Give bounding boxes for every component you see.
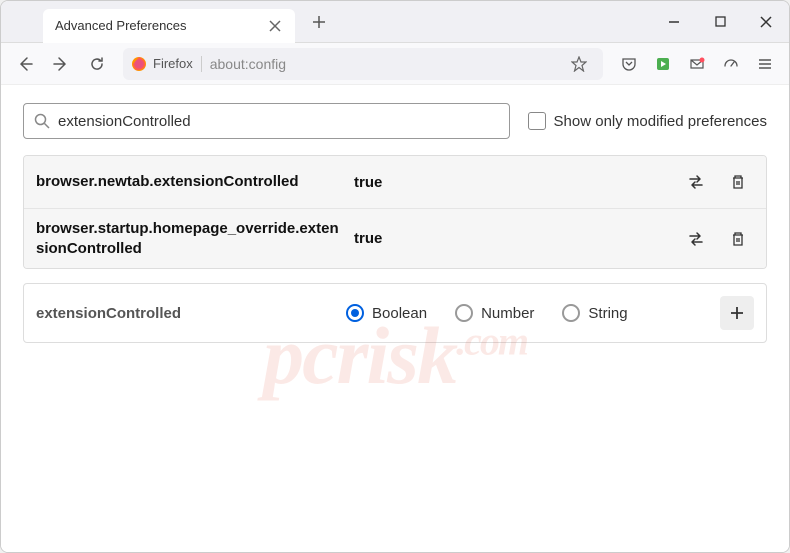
checkbox-icon[interactable]	[528, 112, 546, 130]
content-area: Show only modified preferences browser.n…	[1, 85, 789, 552]
toolbar-icons	[613, 48, 781, 80]
pref-value: true	[346, 230, 680, 247]
pref-row: browser.newtab.extensionControlled true	[24, 156, 766, 209]
url-text: about:config	[210, 56, 286, 72]
type-radio-group: Boolean Number String	[346, 304, 720, 322]
titlebar: Advanced Preferences	[1, 1, 789, 43]
pref-actions	[680, 223, 754, 255]
identity-label: Firefox	[153, 56, 193, 71]
radio-boolean[interactable]: Boolean	[346, 304, 427, 322]
radio-icon[interactable]	[562, 304, 580, 322]
new-tab-button[interactable]	[305, 8, 333, 36]
close-icon[interactable]	[267, 18, 283, 34]
minimize-button[interactable]	[651, 1, 697, 43]
dashboard-icon[interactable]	[715, 48, 747, 80]
radio-number[interactable]: Number	[455, 304, 534, 322]
extension-icon[interactable]	[647, 48, 679, 80]
pref-name: browser.startup.homepage_override.extens…	[36, 219, 346, 258]
toggle-button[interactable]	[680, 223, 712, 255]
radio-icon[interactable]	[346, 304, 364, 322]
pref-row: browser.startup.homepage_override.extens…	[24, 209, 766, 268]
tab-title: Advanced Preferences	[55, 18, 187, 33]
radio-label: Number	[481, 305, 534, 322]
forward-button[interactable]	[45, 48, 77, 80]
mail-icon[interactable]	[681, 48, 713, 80]
maximize-button[interactable]	[697, 1, 743, 43]
pocket-icon[interactable]	[613, 48, 645, 80]
search-input[interactable]	[58, 113, 499, 130]
radio-icon[interactable]	[455, 304, 473, 322]
pref-value: true	[346, 174, 680, 191]
search-row: Show only modified preferences	[23, 103, 767, 139]
new-pref-name: extensionControlled	[36, 305, 346, 322]
add-button[interactable]	[720, 296, 754, 330]
menu-button[interactable]	[749, 48, 781, 80]
toggle-button[interactable]	[680, 166, 712, 198]
delete-button[interactable]	[722, 223, 754, 255]
back-button[interactable]	[9, 48, 41, 80]
radio-string[interactable]: String	[562, 304, 627, 322]
url-bar[interactable]: Firefox about:config	[123, 48, 603, 80]
checkbox-label: Show only modified preferences	[554, 113, 767, 130]
pref-name: browser.newtab.extensionControlled	[36, 172, 346, 192]
search-icon	[34, 113, 50, 129]
search-box[interactable]	[23, 103, 510, 139]
pref-actions	[680, 166, 754, 198]
modified-only-checkbox-wrap[interactable]: Show only modified preferences	[528, 112, 767, 130]
new-pref-row: extensionControlled Boolean Number Strin…	[23, 283, 767, 343]
bookmark-star-icon[interactable]	[571, 56, 595, 72]
nav-toolbar: Firefox about:config	[1, 43, 789, 85]
preferences-table: browser.newtab.extensionControlled true …	[23, 155, 767, 269]
identity-box[interactable]: Firefox	[131, 56, 202, 72]
delete-button[interactable]	[722, 166, 754, 198]
firefox-icon	[131, 56, 147, 72]
radio-label: Boolean	[372, 305, 427, 322]
radio-label: String	[588, 305, 627, 322]
close-window-button[interactable]	[743, 1, 789, 43]
browser-window: Advanced Preferences	[0, 0, 790, 553]
window-controls	[651, 1, 789, 43]
reload-button[interactable]	[81, 48, 113, 80]
browser-tab[interactable]: Advanced Preferences	[43, 9, 295, 43]
